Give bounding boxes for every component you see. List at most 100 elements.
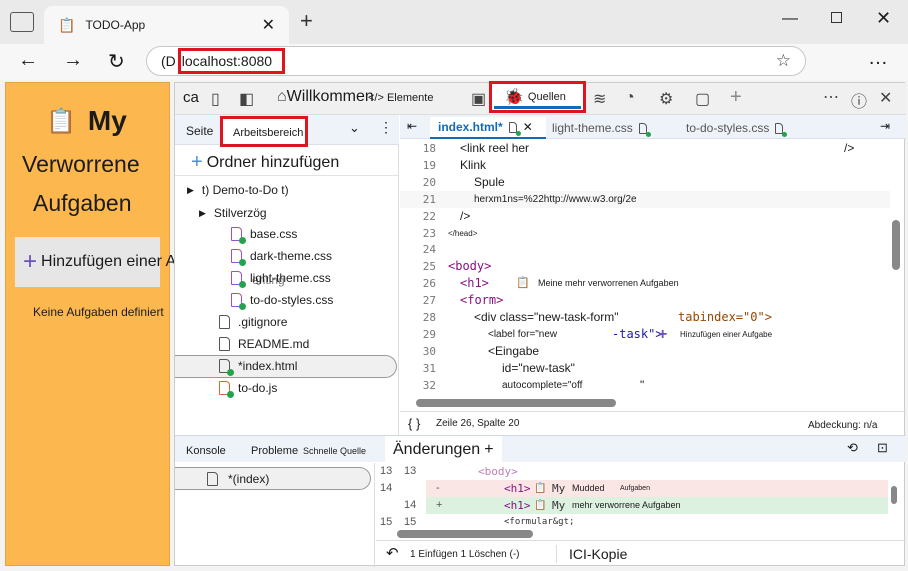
address-text[interactable]: localhost:8080: [177, 48, 286, 74]
diff-view: 13 13 <body> 14 - <h1> 📋 My Mudded Aufgaben 14 + <h1…: [376, 463, 888, 531]
pretty-print-icon[interactable]: { }: [408, 416, 420, 431]
tab-changes[interactable]: Änderungen +: [385, 436, 502, 463]
devtools-tab-ca[interactable]: ca: [183, 89, 199, 106]
code-text: <form>: [460, 293, 504, 308]
html-file-icon: [219, 359, 234, 376]
tab-quick-source[interactable]: Schnelle Quelle: [303, 446, 366, 456]
application-icon[interactable]: ▢: [695, 89, 710, 109]
diff-scrollbar[interactable]: [889, 472, 901, 532]
home-icon: ⌂: [277, 88, 287, 105]
line-number: 24: [422, 243, 436, 257]
close-window-icon[interactable]: ✕: [876, 8, 891, 29]
editor-tab-light-theme[interactable]: light-theme.css: [552, 121, 651, 137]
diff-horizontal-scrollbar[interactable]: [385, 530, 865, 538]
toggle-navigator-icon[interactable]: ⇤: [407, 119, 417, 133]
tab-sources[interactable]: 🐞 Quellen: [489, 81, 586, 113]
revert-icon[interactable]: ⟲: [847, 440, 858, 456]
code-area[interactable]: 18 <link reel her /> 19 Klink 20 Spule 21 herxm1…: [400, 140, 890, 396]
line-number: 30: [422, 344, 436, 358]
file-label: README.md: [238, 337, 310, 351]
console-icon[interactable]: ▣: [471, 89, 486, 109]
file-icon: [508, 121, 521, 136]
tree-file-selected[interactable]: *index.html: [219, 359, 298, 376]
close-tab-icon[interactable]: ✕: [523, 120, 533, 134]
favorite-star-icon[interactable]: ☆: [776, 51, 791, 71]
diff-text: Aufgaben: [620, 485, 650, 492]
tree-folder-styles[interactable]: ▶ Stilverzög: [199, 206, 267, 220]
tab-workspace[interactable]: Arbeitsbereich: [220, 116, 308, 147]
tab-actions-icon[interactable]: [10, 12, 34, 32]
more-tools-icon[interactable]: +: [730, 86, 742, 109]
dock-icon[interactable]: ◧: [239, 89, 254, 109]
tab-welcome[interactable]: ⌂ Willkommen: [277, 88, 374, 106]
css-file-icon: [231, 227, 246, 244]
file-label: base.css: [250, 227, 298, 241]
toggle-debugger-icon[interactable]: ⇥: [880, 119, 890, 133]
undo-icon[interactable]: ↶: [386, 544, 399, 562]
code-line: 26 <h1> 📋 Meine mehr verworrenen Aufgaben: [400, 275, 890, 292]
add-task-button[interactable]: + Hinzufügen einer Aufgabe: [15, 237, 225, 287]
close-devtools-icon[interactable]: ✕: [879, 88, 892, 108]
heading-my: My: [87, 105, 127, 136]
editor-tab-to-do-styles[interactable]: to-do-styles.css: [686, 121, 788, 137]
tree-file[interactable]: README.md: [219, 337, 309, 351]
divider: [175, 175, 399, 176]
plus-icon: +: [23, 248, 38, 275]
horizontal-scrollbar[interactable]: [410, 399, 880, 407]
tree-file[interactable]: dark-theme.css: [231, 249, 332, 266]
tab-label: to-do-styles.css: [686, 121, 770, 135]
devtools-toolbar: ca ▯ ◧ ⌂ Willkommen </> Elemente ▣ 🐞 Quel…: [175, 81, 906, 115]
tree-file[interactable]: to-do-styles.css: [231, 293, 333, 310]
vertical-scrollbar[interactable]: [890, 140, 904, 396]
forward-icon[interactable]: →: [63, 49, 83, 72]
code-text: <body>: [448, 259, 492, 274]
more-options-icon[interactable]: ⋯: [823, 87, 839, 107]
changed-file[interactable]: *(index): [175, 467, 371, 490]
code-line: 27 <form>: [400, 292, 890, 309]
file-label: to-do.js: [238, 381, 278, 395]
minimize-icon[interactable]: —: [782, 10, 798, 28]
code-line: 18 <link reel her />: [400, 140, 890, 157]
device-emulation-icon[interactable]: ▯: [211, 89, 220, 109]
browser-tab[interactable]: 📋 TODO-App ✕: [44, 6, 289, 44]
network-icon[interactable]: ≋: [593, 89, 606, 109]
kebab-menu-icon[interactable]: ⋮: [379, 119, 393, 136]
tab-page[interactable]: Seite: [186, 124, 213, 138]
more-icon[interactable]: …: [868, 47, 888, 70]
refresh-icon[interactable]: ↻: [108, 49, 125, 74]
diff-code: <h1>: [504, 482, 531, 495]
performance-icon[interactable]: ◔: [625, 89, 635, 107]
diff-code: <h1>: [504, 499, 531, 512]
file-label: *index.html: [238, 359, 298, 373]
chevron-down-icon[interactable]: ⌄: [349, 120, 360, 136]
dock-drawer-icon[interactable]: ⊡: [877, 440, 888, 456]
close-tab-icon[interactable]: ✕: [262, 15, 275, 35]
tree-file[interactable]: base.css: [231, 227, 298, 244]
cursor-position: Zeile 26, Spalte 20: [436, 418, 520, 429]
add-folder-button[interactable]: + Ordner hinzufügen: [191, 151, 339, 174]
add-folder-label: Ordner hinzufügen: [206, 153, 340, 171]
code-line: 25 <body>: [400, 258, 890, 275]
tree-file[interactable]: to-do.js: [219, 381, 278, 398]
diff-a: 13: [380, 465, 393, 477]
back-icon[interactable]: ←: [18, 49, 38, 72]
tab-problems[interactable]: Probleme: [251, 445, 298, 457]
code-text: <div class="new-task-form": [474, 310, 619, 324]
address-bar[interactable]: (D localhost:8080 ☆: [146, 46, 806, 76]
tree-folder-root[interactable]: ▶ t) Demo-to-Do t): [187, 183, 289, 197]
site-info[interactable]: (D: [161, 53, 176, 69]
file-icon: [207, 471, 218, 486]
clipboard-icon: 📋: [46, 107, 76, 135]
editor-tab-index[interactable]: index.html* ✕: [430, 117, 546, 139]
css-file-icon: [231, 271, 246, 288]
code-text: <label for="new: [488, 328, 558, 340]
copy-button[interactable]: ICI-Kopie: [569, 546, 627, 562]
maximize-icon[interactable]: [831, 12, 842, 23]
tab-elements[interactable]: </> Elemente: [368, 92, 433, 104]
new-tab-icon[interactable]: +: [300, 8, 313, 34]
tab-console[interactable]: Konsole: [186, 445, 226, 457]
tree-file[interactable]: .gitignore: [219, 315, 287, 329]
diff-text: mehr verworrene Aufgaben: [572, 500, 681, 510]
memory-icon[interactable]: ⚙: [659, 89, 673, 109]
help-icon[interactable]: ⓘ: [851, 88, 867, 112]
